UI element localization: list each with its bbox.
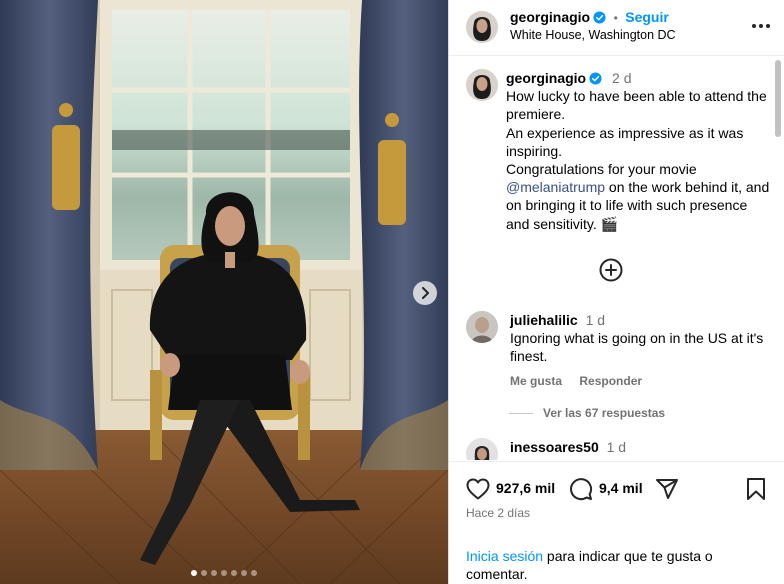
view-replies-button[interactable]: Ver las 67 respuestas	[509, 406, 665, 420]
carousel-dot	[231, 570, 237, 576]
caption-line-3: Congratulations for your movie @melaniat…	[506, 161, 770, 232]
post-location[interactable]: White House, Washington DC	[510, 28, 676, 42]
caption-avatar[interactable]	[466, 69, 498, 101]
carousel-dot	[211, 570, 217, 576]
chevron-right-icon	[422, 287, 429, 299]
carousel-dot	[251, 570, 257, 576]
comment-bubble-icon	[570, 478, 593, 501]
post-sidebar: georginagio • Seguir White House, Washin…	[448, 0, 784, 584]
like-button[interactable]	[465, 476, 491, 502]
post-photo	[0, 0, 448, 584]
avatar-image-icon	[466, 11, 498, 43]
paper-plane-icon	[656, 479, 678, 499]
commenter-username[interactable]: juliehalilic	[510, 312, 578, 328]
more-horizontal-icon	[752, 24, 770, 28]
commenter-avatar[interactable]	[466, 438, 498, 460]
more-options-button[interactable]	[749, 14, 773, 38]
load-more-comments-button[interactable]	[598, 257, 624, 283]
caption-text: georginagio 2 d How lucky to have been a…	[506, 69, 774, 233]
commenter-username[interactable]: inessoares50	[510, 439, 599, 455]
commenter-avatar[interactable]	[466, 311, 498, 343]
bookmark-icon	[747, 478, 765, 500]
comments-count[interactable]: 9,4 mil	[599, 480, 643, 496]
comments-scroll-area[interactable]: georginagio 2 d How lucky to have been a…	[449, 57, 784, 460]
verified-badge-icon	[593, 11, 606, 24]
caption-line-1: How lucky to have been able to attend th…	[506, 88, 767, 123]
author-username[interactable]: georginagio	[510, 9, 590, 25]
share-button[interactable]	[654, 476, 680, 502]
comment-item: inessoares50 1 d	[465, 438, 765, 460]
caption-username[interactable]: georginagio	[506, 70, 586, 86]
plus-circle-icon	[599, 258, 623, 282]
carousel-dot	[201, 570, 207, 576]
comment-body: inessoares50 1 d	[510, 438, 770, 456]
heart-icon	[466, 478, 490, 500]
comment-body: juliehalilic 1 d Ignoring what is going …	[510, 311, 770, 366]
author-avatar[interactable]	[466, 11, 498, 43]
save-button[interactable]	[743, 476, 769, 502]
separator-dot: •	[613, 11, 618, 25]
comments-scrollbar[interactable]	[775, 60, 781, 137]
carousel-dot	[221, 570, 227, 576]
post-header: georginagio • Seguir White House, Washin…	[449, 0, 784, 56]
comment-age[interactable]: 1 d	[586, 312, 605, 328]
avatar-image-icon	[466, 311, 498, 343]
likes-count[interactable]: 927,6 mil	[496, 480, 555, 496]
comment-reply-button[interactable]: Responder	[579, 374, 642, 388]
post-timestamp[interactable]: Hace 2 días	[466, 506, 530, 520]
carousel-dot	[241, 570, 247, 576]
comment-like-button[interactable]: Me gusta	[510, 374, 562, 388]
follow-button[interactable]: Seguir	[625, 9, 669, 25]
carousel-dot	[191, 570, 197, 576]
caption-line-2: An experience as impressive as it was in…	[506, 124, 744, 159]
verified-badge-icon	[589, 72, 602, 85]
comment-button[interactable]	[568, 476, 594, 502]
replies-divider	[509, 412, 533, 414]
carousel-dots	[0, 570, 448, 576]
login-prompt: Inicia sesión para indicar que te gusta …	[466, 547, 766, 583]
post-media[interactable]	[0, 0, 448, 584]
login-link[interactable]: Inicia sesión	[466, 548, 543, 564]
mention-link[interactable]: @melaniatrump	[506, 179, 605, 195]
avatar-image-icon	[466, 438, 498, 460]
next-photo-button[interactable]	[413, 281, 437, 305]
comment-text: Ignoring what is going on in the US at i…	[510, 330, 764, 365]
caption-age[interactable]: 2 d	[612, 70, 631, 86]
view-replies-label: Ver las 67 respuestas	[543, 406, 666, 420]
avatar-image-icon	[466, 69, 498, 101]
comment-actions: Me gusta Responder	[510, 374, 656, 388]
post-actions-bar: 927,6 mil 9,4 mil Hace 2 días Inicia ses…	[449, 461, 784, 584]
comment-age[interactable]: 1 d	[607, 439, 626, 455]
